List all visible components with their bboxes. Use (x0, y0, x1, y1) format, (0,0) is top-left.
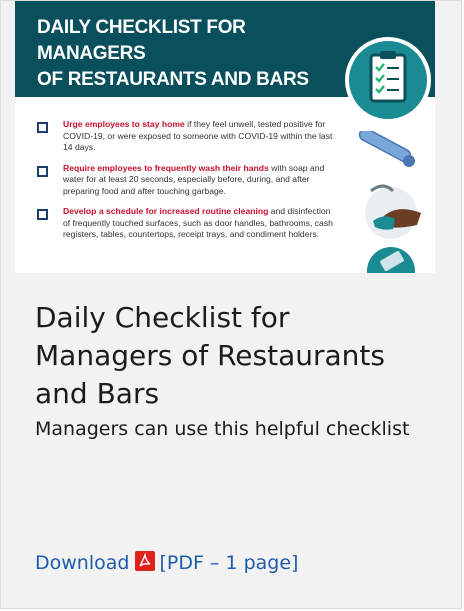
resource-card: DAILY CHECKLIST FOR MANAGERS OF RESTAURA… (0, 0, 462, 609)
card-content: Daily Checklist for Managers of Restaura… (35, 299, 435, 445)
download-link-row: Download [PDF – 1 page] (35, 549, 298, 577)
card-description: Managers can use this helpful checklist (35, 418, 410, 440)
checklist-item: Require employees to frequently wash the… (37, 163, 333, 198)
checklist-item: Urge employees to stay home if they feel… (37, 119, 333, 154)
clipboard-icon (345, 37, 431, 123)
checkbox-icon (37, 209, 48, 220)
download-link[interactable]: Download [PDF – 1 page] (35, 551, 299, 574)
checkbox-icon (37, 122, 48, 133)
card-title[interactable]: Daily Checklist for Managers of Restaura… (35, 299, 435, 413)
cleaning-spray-icon (367, 247, 415, 273)
checklist-item: Develop a schedule for increased routine… (37, 206, 333, 241)
checklist-item-lead: Require employees to frequently wash the… (63, 162, 269, 173)
checklist-items: Urge employees to stay home if they feel… (37, 119, 333, 250)
thumbnail-illustrations (351, 127, 431, 273)
checkbox-icon (37, 165, 48, 177)
handwashing-icon (365, 184, 421, 239)
download-label: Download (35, 552, 130, 574)
pdf-icon (135, 551, 156, 571)
checklist-thumbnail[interactable]: DAILY CHECKLIST FOR MANAGERS OF RESTAURA… (15, 1, 435, 273)
file-info: [PDF – 1 page] (159, 552, 299, 574)
checklist-item-lead: Develop a schedule for increased routine… (63, 206, 269, 216)
banner-title-line-2: OF RESTAURANTS AND BARS (37, 69, 309, 90)
thumbnail-banner-title: DAILY CHECKLIST FOR MANAGERS OF RESTAURA… (37, 15, 337, 93)
thermometer-icon (358, 127, 415, 167)
checklist-item-lead: Urge employees to stay home (63, 119, 185, 129)
banner-title-line-1: DAILY CHECKLIST FOR MANAGERS (37, 17, 246, 64)
